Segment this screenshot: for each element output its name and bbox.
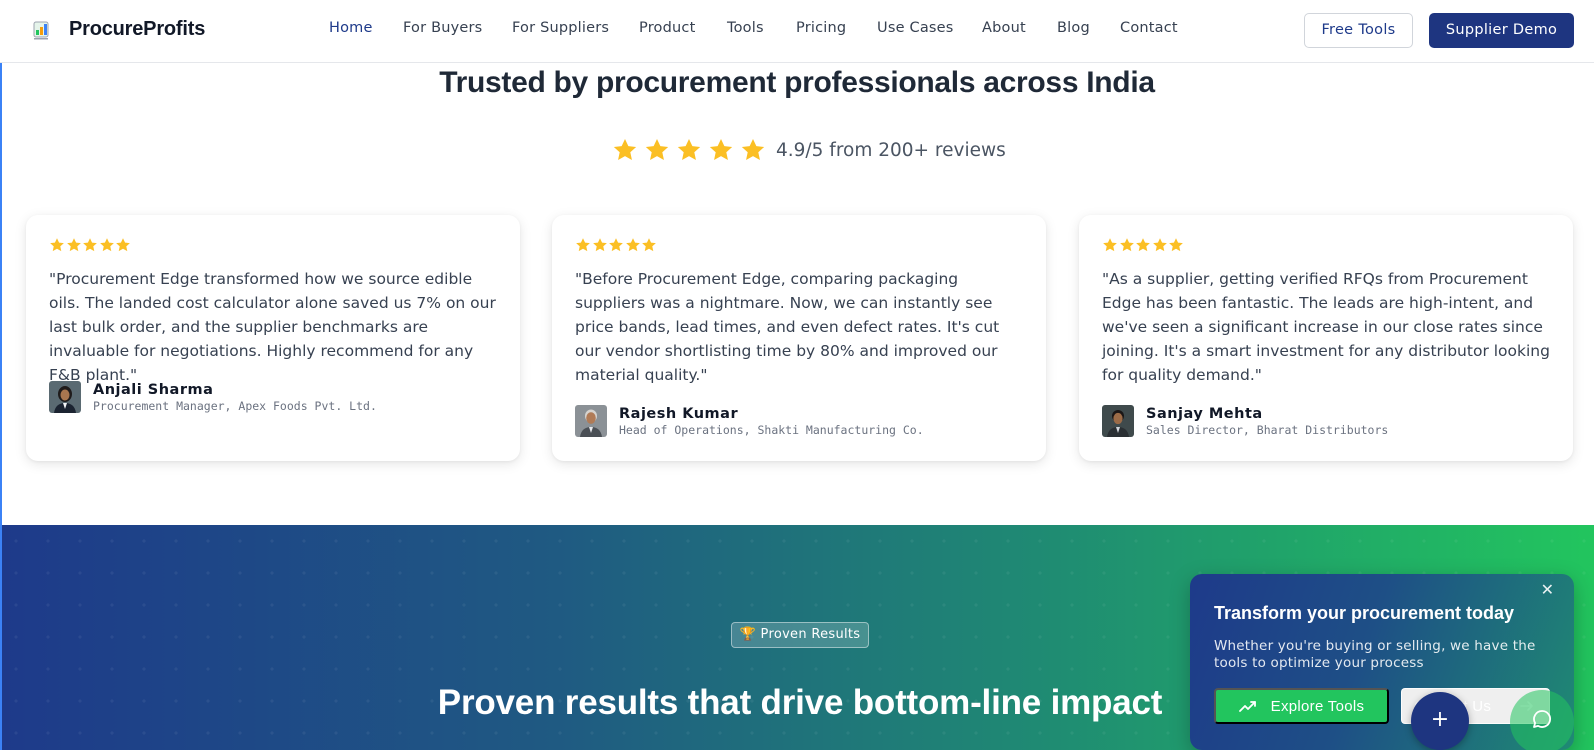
testimonial-card: "Before Procurement Edge, comparing pack… [552, 215, 1046, 461]
overall-rating: 4.9/5 from 200+ reviews [612, 135, 1006, 165]
proven-results-badge: 🏆 Proven Results [731, 622, 869, 648]
star-icon [592, 238, 607, 252]
star-icon [613, 138, 637, 160]
testimonial-author: Sanjay Mehta Sales Director, Bharat Dist… [1102, 405, 1388, 437]
avatar [575, 405, 607, 437]
fab-plus-button[interactable]: + [1411, 692, 1469, 750]
nav-link-for-suppliers[interactable]: For Suppliers [512, 20, 609, 36]
nav-link-use-cases[interactable]: Use Cases [877, 20, 954, 36]
star-icon [1136, 238, 1150, 252]
testimonial-author: Anjali Sharma Procurement Manager, Apex … [49, 381, 377, 413]
author-role: Procurement Manager, Apex Foods Pvt. Ltd… [93, 398, 377, 413]
star-icon [66, 238, 81, 252]
star-icon [1152, 238, 1167, 252]
card-star-rating [575, 237, 658, 253]
nav-link-contact[interactable]: Contact [1120, 20, 1178, 36]
rating-text: 4.9/5 from 200+ reviews [776, 139, 1006, 161]
left-accent-line [0, 0, 2, 750]
star-icon [609, 238, 623, 252]
star-icon [116, 238, 130, 252]
testimonial-quote: "As a supplier, getting verified RFQs fr… [1102, 270, 1550, 384]
star-icon [576, 238, 590, 252]
popup-description: Whether you're buying or selling, we hav… [1214, 638, 1536, 671]
chat-button[interactable] [1510, 690, 1574, 750]
nav-link-about[interactable]: About [982, 20, 1026, 36]
card-star-rating [1102, 237, 1185, 253]
star-icon [1119, 238, 1134, 252]
star-icon [741, 138, 765, 160]
star-icon [50, 238, 64, 252]
brand-name[interactable]: ProcureProfits [69, 18, 205, 41]
star-icon [642, 238, 656, 252]
author-role: Sales Director, Bharat Distributors [1146, 422, 1389, 437]
nav-link-product[interactable]: Product [639, 20, 695, 36]
trending-up-icon [1238, 701, 1256, 712]
testimonial-card: "As a supplier, getting verified RFQs fr… [1079, 215, 1573, 461]
supplier-demo-button[interactable]: Supplier Demo [1429, 13, 1574, 48]
testimonial-quote: "Procurement Edge transformed how we sou… [49, 270, 496, 384]
nav-link-blog[interactable]: Blog [1057, 20, 1090, 36]
free-tools-button[interactable]: Free Tools [1304, 13, 1413, 48]
testimonial-author: Rajesh Kumar Head of Operations, Shakti … [575, 405, 924, 437]
star-icon [625, 238, 640, 252]
close-icon[interactable]: ✕ [1541, 580, 1554, 599]
testimonial-quote: "Before Procurement Edge, comparing pack… [575, 270, 1000, 384]
star-icon [1103, 238, 1117, 252]
star-icon [83, 238, 97, 252]
star-icon [99, 238, 114, 252]
chat-icon [1533, 710, 1551, 728]
nav-link-for-buyers[interactable]: For Buyers [403, 20, 482, 36]
author-name: Rajesh Kumar [619, 405, 739, 422]
author-name: Anjali Sharma [93, 381, 214, 398]
card-star-rating [49, 237, 132, 253]
testimonial-card: "Procurement Edge transformed how we sou… [26, 215, 520, 461]
author-name: Sanjay Mehta [1146, 405, 1263, 422]
star-icon [677, 138, 701, 160]
star-icon [1169, 238, 1183, 252]
nav-link-pricing[interactable]: Pricing [796, 20, 846, 36]
author-role: Head of Operations, Shakti Manufacturing… [619, 422, 924, 437]
avatar [49, 381, 81, 413]
popup-title: Transform your procurement today [1214, 603, 1515, 623]
avatar [1102, 405, 1134, 437]
explore-tools-button[interactable]: Explore Tools [1214, 688, 1389, 724]
star-icon [645, 138, 669, 160]
star-icon [709, 138, 733, 160]
explore-tools-label: Explore Tools [1270, 697, 1365, 715]
testimonials-title: Trusted by procurement professionals acr… [439, 66, 1155, 99]
logo-icon[interactable] [32, 19, 52, 41]
top-navbar: ProcureProfits Home For Buyers For Suppl… [0, 0, 1594, 63]
nav-link-tools[interactable]: Tools [727, 20, 764, 36]
nav-link-home[interactable]: Home [329, 20, 373, 36]
